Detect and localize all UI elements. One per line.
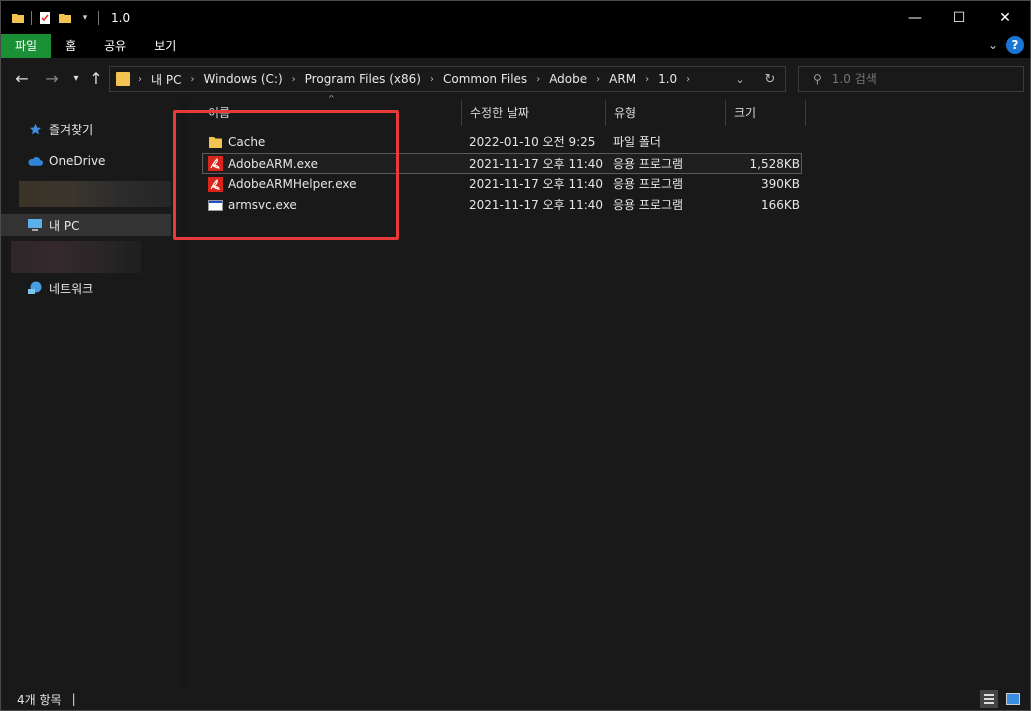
breadcrumb-item[interactable]: ARM bbox=[609, 72, 636, 86]
file-size: 390KB bbox=[760, 177, 800, 191]
chevron-right-icon[interactable]: › bbox=[645, 74, 649, 85]
status-bar: 4개 항목 | bbox=[1, 686, 1030, 710]
chevron-right-icon[interactable]: › bbox=[190, 74, 194, 85]
chevron-right-icon[interactable]: › bbox=[536, 74, 540, 85]
status-divider: | bbox=[71, 692, 76, 706]
file-type: 응용 프로그램 bbox=[613, 177, 684, 191]
highlight-annotation-box bbox=[173, 110, 399, 240]
window-title: 1.0 bbox=[111, 10, 131, 25]
column-header-date-modified[interactable]: 수정한 날짜 bbox=[462, 100, 606, 126]
breadcrumb-item[interactable]: Common Files bbox=[443, 72, 527, 86]
file-size: 1,528KB bbox=[749, 157, 800, 171]
navigation-pane: 즐겨찾기 OneDrive 내 PC 네트워크 bbox=[1, 100, 187, 686]
large-icons-view-icon[interactable] bbox=[1004, 690, 1022, 708]
file-size: 166KB bbox=[760, 198, 800, 212]
minimize-button[interactable]: — bbox=[892, 1, 938, 34]
breadcrumb-item[interactable]: Windows (C:) bbox=[203, 72, 282, 86]
breadcrumb-item[interactable]: 1.0 bbox=[658, 72, 677, 86]
breadcrumb: › 내 PC › Windows (C:) › Program Files (x… bbox=[136, 71, 699, 88]
sidebar-item-onedrive[interactable]: OneDrive bbox=[1, 150, 171, 172]
up-arrow-icon[interactable]: ↑ bbox=[85, 66, 107, 90]
expand-ribbon-icon[interactable]: ⌄ bbox=[988, 38, 998, 52]
tab-file[interactable]: 파일 bbox=[1, 34, 52, 58]
item-count: 4개 항목 bbox=[17, 692, 62, 707]
file-date: 2022-01-10 오전 9:25 bbox=[469, 135, 596, 149]
chevron-right-icon[interactable]: › bbox=[138, 74, 142, 85]
chevron-right-icon[interactable]: › bbox=[686, 74, 690, 85]
address-tools: ⌄ ↻ bbox=[725, 67, 785, 91]
ribbon-tabs: 파일 홈 공유 보기 ⌄ ? bbox=[1, 34, 1030, 58]
column-header-size[interactable]: 크기 bbox=[726, 100, 806, 126]
chevron-right-icon[interactable]: › bbox=[292, 74, 296, 85]
sidebar-item-label: 네트워크 bbox=[49, 281, 94, 296]
breadcrumb-item[interactable]: Program Files (x86) bbox=[305, 72, 421, 86]
column-header-type[interactable]: 유형 bbox=[606, 100, 726, 126]
sidebar-item-label: OneDrive bbox=[49, 154, 106, 168]
file-type: 응용 프로그램 bbox=[613, 198, 684, 212]
cloud-icon bbox=[27, 156, 43, 167]
quick-access-toolbar: ▾ bbox=[11, 1, 105, 34]
network-icon bbox=[27, 280, 43, 296]
customize-dropdown-icon[interactable]: ▾ bbox=[78, 10, 92, 26]
file-type: 응용 프로그램 bbox=[613, 157, 684, 171]
toolbar-divider bbox=[31, 10, 32, 25]
back-arrow-icon[interactable]: ← bbox=[11, 66, 33, 90]
refresh-icon[interactable]: ↻ bbox=[755, 72, 785, 87]
sidebar-item-label: 내 PC bbox=[49, 218, 80, 233]
sidebar-item-this-pc[interactable]: 내 PC bbox=[1, 214, 171, 236]
breadcrumb-item[interactable]: 내 PC bbox=[151, 71, 181, 88]
file-size bbox=[732, 132, 800, 153]
search-box[interactable]: ⚲ bbox=[798, 66, 1024, 92]
folder-icon bbox=[116, 72, 130, 86]
recent-locations-chevron-icon[interactable]: ▾ bbox=[65, 66, 87, 90]
file-date: 2021-11-17 오후 11:40 bbox=[469, 198, 604, 212]
title-bar: ▾ 1.0 — ☐ ✕ bbox=[1, 1, 1030, 34]
file-explorer-window: ▾ 1.0 — ☐ ✕ 파일 홈 공유 보기 ⌄ ? ← → ▾ ↑ › 내 P… bbox=[0, 0, 1031, 711]
navigation-bar: ← → ▾ ↑ › 내 PC › Windows (C:) › Program … bbox=[1, 58, 1030, 100]
ribbon-controls: ⌄ ? bbox=[988, 36, 1024, 54]
address-bar[interactable]: › 내 PC › Windows (C:) › Program Files (x… bbox=[109, 66, 786, 92]
file-date: 2021-11-17 오후 11:40 bbox=[469, 157, 604, 171]
redacted-item bbox=[19, 181, 171, 207]
breadcrumb-item[interactable]: Adobe bbox=[549, 72, 587, 86]
folder-icon[interactable] bbox=[11, 10, 25, 26]
properties-icon[interactable] bbox=[38, 10, 52, 26]
help-icon[interactable]: ? bbox=[1006, 36, 1024, 54]
search-icon: ⚲ bbox=[813, 72, 822, 86]
star-icon bbox=[27, 123, 43, 136]
close-button[interactable]: ✕ bbox=[982, 1, 1028, 34]
chevron-right-icon[interactable]: › bbox=[430, 74, 434, 85]
file-date: 2021-11-17 오후 11:40 bbox=[469, 177, 604, 191]
search-input[interactable] bbox=[831, 72, 1012, 86]
tab-share[interactable]: 공유 bbox=[90, 34, 140, 58]
maximize-button[interactable]: ☐ bbox=[936, 1, 982, 34]
sidebar-item-quick-access[interactable]: 즐겨찾기 bbox=[1, 118, 171, 140]
details-view-icon[interactable] bbox=[980, 690, 998, 708]
toolbar-divider bbox=[98, 10, 99, 25]
tab-home[interactable]: 홈 bbox=[51, 34, 90, 58]
new-folder-icon[interactable] bbox=[58, 10, 72, 26]
forward-arrow-icon[interactable]: → bbox=[41, 66, 63, 90]
file-type: 파일 폴더 bbox=[613, 135, 661, 149]
chevron-right-icon[interactable]: › bbox=[596, 74, 600, 85]
redacted-item bbox=[11, 241, 141, 273]
sidebar-item-network[interactable]: 네트워크 bbox=[1, 277, 171, 299]
computer-icon bbox=[27, 218, 43, 232]
tab-view[interactable]: 보기 bbox=[140, 34, 190, 58]
sidebar-item-label: 즐겨찾기 bbox=[49, 122, 94, 137]
address-history-dropdown-icon[interactable]: ⌄ bbox=[725, 73, 755, 86]
